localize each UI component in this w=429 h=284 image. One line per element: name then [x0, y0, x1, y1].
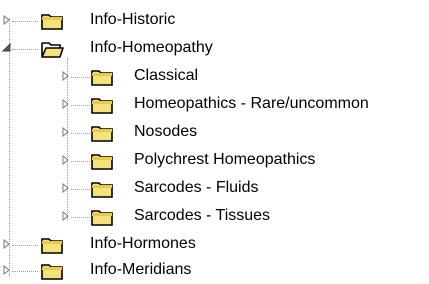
tree-connector: [71, 105, 90, 106]
folder-closed-icon: [41, 238, 63, 254]
tree-connector: [71, 217, 90, 218]
tree-item-label: Homeopathics - Rare/uncommon: [134, 95, 369, 112]
triangle-right-icon[interactable]: [2, 265, 12, 275]
tree-connector: [71, 189, 90, 190]
folder-closed-icon: [91, 98, 113, 114]
tree-item-sarcodes-fluids[interactable]: Sarcodes - Fluids: [58, 174, 429, 202]
folder-closed-icon: [91, 182, 113, 198]
triangle-right-icon[interactable]: [61, 183, 71, 193]
folder-tree: Info-Historic Info-Homeopathy Classical: [0, 0, 429, 282]
tree-item-label: Info-Hormones: [90, 235, 196, 252]
triangle-right-icon[interactable]: [61, 99, 71, 109]
tree-connector: [71, 133, 90, 134]
folder-closed-icon: [91, 70, 113, 86]
tree-item-label: Info-Meridians: [90, 261, 192, 278]
tree-item-label: Sarcodes - Fluids: [134, 179, 259, 196]
triangle-right-icon[interactable]: [61, 71, 71, 81]
tree-item-polychrest-homeopathics[interactable]: Polychrest Homeopathics: [58, 146, 429, 174]
folder-closed-icon: [41, 14, 63, 30]
tree-item-label: Polychrest Homeopathics: [134, 151, 316, 168]
tree-item-label: Info-Homeopathy: [90, 39, 213, 56]
tree-item-homeopathics-rare-uncommon[interactable]: Homeopathics - Rare/uncommon: [58, 90, 429, 118]
tree-connector: [12, 245, 38, 246]
tree-item-label: Nosodes: [134, 123, 198, 140]
triangle-right-icon[interactable]: [61, 155, 71, 165]
tree-connector: [71, 161, 90, 162]
folder-closed-icon: [41, 264, 63, 280]
tree-item-nosodes[interactable]: Nosodes: [58, 118, 429, 146]
tree-item-info-hormones[interactable]: Info-Hormones: [0, 230, 429, 258]
folder-closed-icon: [91, 126, 113, 142]
tree-item-label: Sarcodes - Tissues: [134, 207, 271, 224]
tree-connector: [12, 49, 38, 50]
folder-closed-icon: [91, 210, 113, 226]
tree-item-label: Info-Historic: [90, 11, 176, 28]
triangle-right-icon[interactable]: [61, 127, 71, 137]
triangle-right-icon[interactable]: [2, 15, 12, 25]
tree-item-sarcodes-tissues[interactable]: Sarcodes - Tissues: [58, 202, 429, 230]
triangle-down-icon[interactable]: [2, 43, 12, 53]
folder-closed-icon: [91, 154, 113, 170]
tree-connector: [12, 21, 38, 22]
folder-open-icon: [41, 42, 64, 58]
triangle-right-icon[interactable]: [2, 239, 12, 249]
tree-item-info-historic[interactable]: Info-Historic: [0, 6, 429, 34]
tree-item-label: Classical: [134, 67, 199, 84]
tree-item-classical[interactable]: Classical: [58, 62, 429, 90]
tree-connector: [71, 77, 90, 78]
tree-item-info-homeopathy[interactable]: Info-Homeopathy: [0, 34, 429, 62]
tree-item-info-meridians[interactable]: Info-Meridians: [0, 256, 429, 284]
tree-connector: [12, 271, 38, 272]
triangle-right-icon[interactable]: [61, 211, 71, 221]
